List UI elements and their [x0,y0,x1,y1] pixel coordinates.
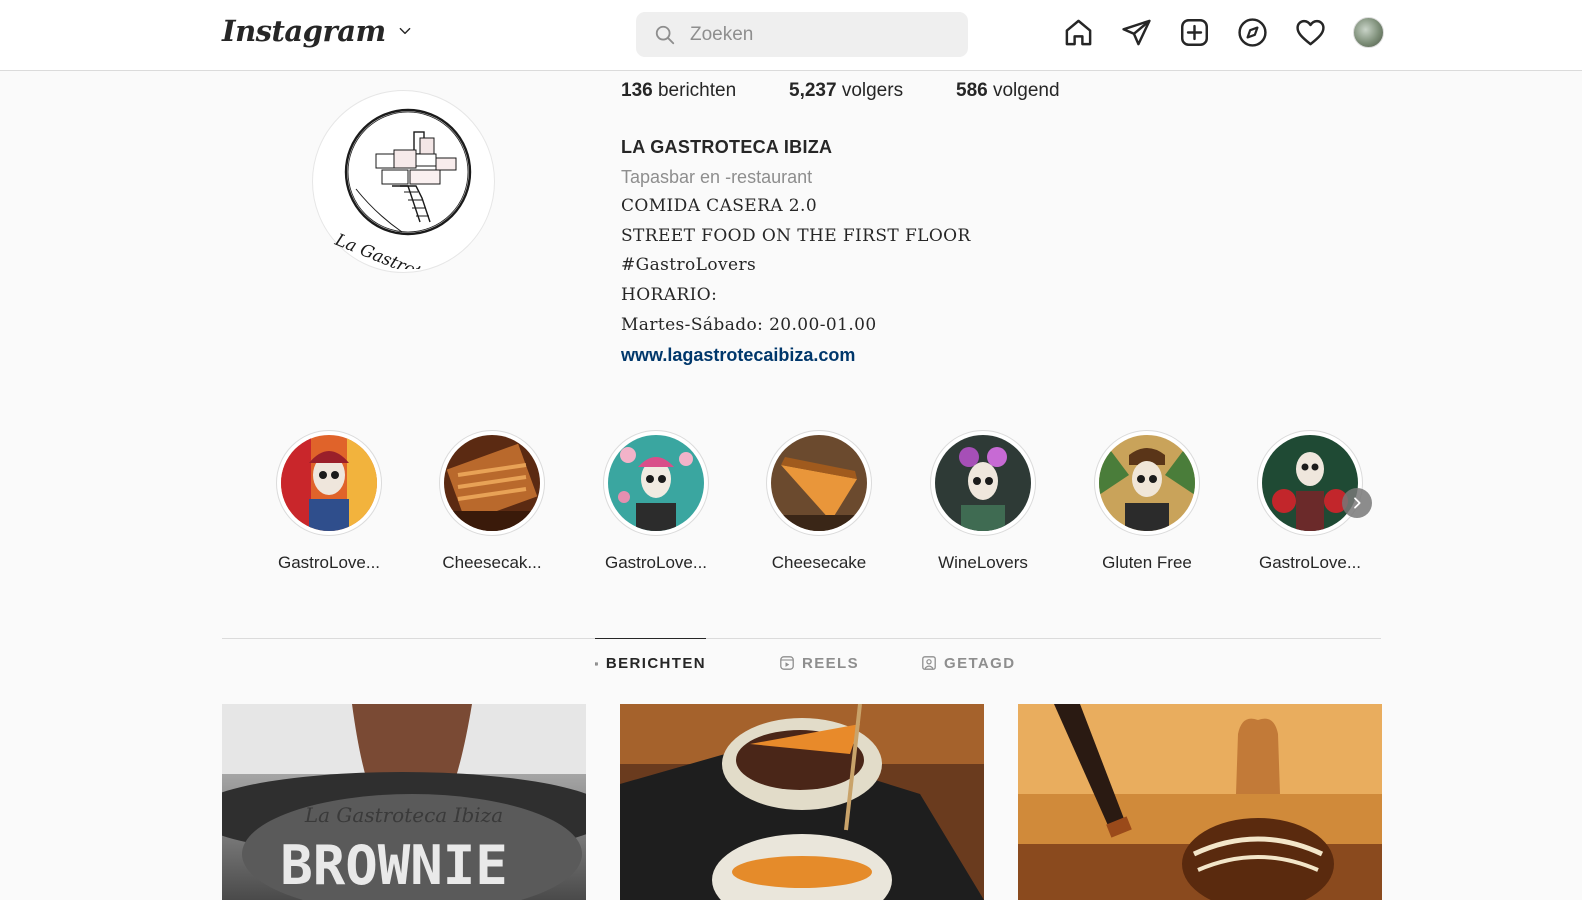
post-thumbnail[interactable] [1018,704,1382,900]
tab-reels[interactable]: REELS [780,638,859,688]
highlight-item[interactable]: Gluten Free [1080,430,1214,573]
search-bar[interactable] [636,12,968,57]
explore-icon[interactable] [1237,17,1268,48]
gastroteca-logo-image: La Gastroteca Ibiza [331,108,491,269]
search-icon [655,25,675,44]
highlight-cover [1099,435,1195,531]
highlights-next-button[interactable] [1342,488,1372,518]
post-overlay-title: BROWNIE [280,834,508,897]
chevron-right-icon [1354,497,1361,509]
profile-tabs: BERICHTEN REELS GETAGD [0,638,1582,688]
followers-link[interactable]: 5,237 volgers [789,80,956,106]
logo-wordmark: Instagram [222,14,386,48]
posts-count: 136 berichten [621,80,737,101]
post-image [1018,704,1382,900]
highlight-label: GastroLove... [604,553,708,572]
tab-label: GETAGD [944,654,1016,672]
highlight-item[interactable]: Cheesecak... [425,430,559,573]
instagram-logo[interactable]: Instagram [222,14,412,48]
bio-line: Martes-Sábado: 20.00-01.00 [621,314,877,335]
bio-line: HORARIO: [621,285,718,306]
tab-berichten[interactable]: BERICHTEN [595,638,706,688]
highlight-label: GastroLove... [1258,553,1362,572]
search-input[interactable] [690,23,940,46]
chevron-down-icon [399,27,411,35]
top-navigation-bar: Instagram [0,0,1582,71]
highlight-label: Cheesecake [771,553,867,572]
post-overlay-script: La Gastroteca Ibiza [304,803,503,827]
profile-name: LA GASTROTECA IBIZA [621,137,833,157]
following-link[interactable]: 586 volgend [956,80,1060,106]
svg-text:La Gastroteca Ibiza: La Gastroteca Ibiza [331,230,491,269]
activity-heart-icon[interactable] [1295,17,1326,48]
profile-picture[interactable]: La Gastroteca Ibiza [312,90,495,273]
tab-label: REELS [802,654,860,672]
bio-line: COMIDA CASERA 2.0 [621,196,818,216]
story-highlights: GastroLove... Cheesecak... GastroLove...… [262,430,1382,580]
bio-line: STREET FOOD ON THE FIRST FLOOR [621,225,971,246]
highlight-cover [771,435,867,531]
highlight-label: Gluten Free [1102,553,1192,572]
grid-icon [595,662,598,665]
home-icon[interactable] [1063,17,1094,48]
tagged-icon [922,656,936,670]
post-thumbnail[interactable] [620,704,984,900]
highlight-cover [444,435,540,531]
highlight-label: Cheesecak... [442,553,542,572]
website-link[interactable]: www.lagastrotecaibiza.com [621,340,1241,370]
profile-stats: 136 berichten 5,237 volgers 586 volgend [621,80,1060,106]
bio-line: #GastroLovers [621,255,757,276]
highlight-item[interactable]: WineLovers [916,430,1050,573]
highlight-item[interactable]: Cheesecake [752,430,886,573]
new-post-icon[interactable] [1179,17,1210,48]
direct-icon[interactable] [1121,17,1152,48]
profile-category: Tapasbar en -restaurant [621,167,813,187]
highlight-item[interactable]: GastroLove... [589,430,723,573]
nav-icons [1063,17,1384,48]
profile-avatar[interactable] [1353,17,1384,48]
highlight-item[interactable]: GastroLove... [262,430,396,573]
highlight-cover [1262,435,1358,531]
post-image: La Gastroteca Ibiza BROWNIE [222,704,586,900]
post-image [620,704,984,900]
highlight-label: GastroLove... [277,553,381,572]
reels-icon [780,656,794,670]
tab-getagd[interactable]: GETAGD [922,638,1015,688]
highlight-cover [281,435,377,531]
tab-label: BERICHTEN [605,655,706,672]
post-thumbnail[interactable]: La Gastroteca Ibiza BROWNIE [222,704,586,900]
highlight-cover [935,435,1031,531]
profile-bio: LA GASTROTECA IBIZA Tapasbar en -restaur… [621,134,1241,370]
highlight-label: WineLovers [938,553,1028,572]
highlight-cover [608,435,704,531]
